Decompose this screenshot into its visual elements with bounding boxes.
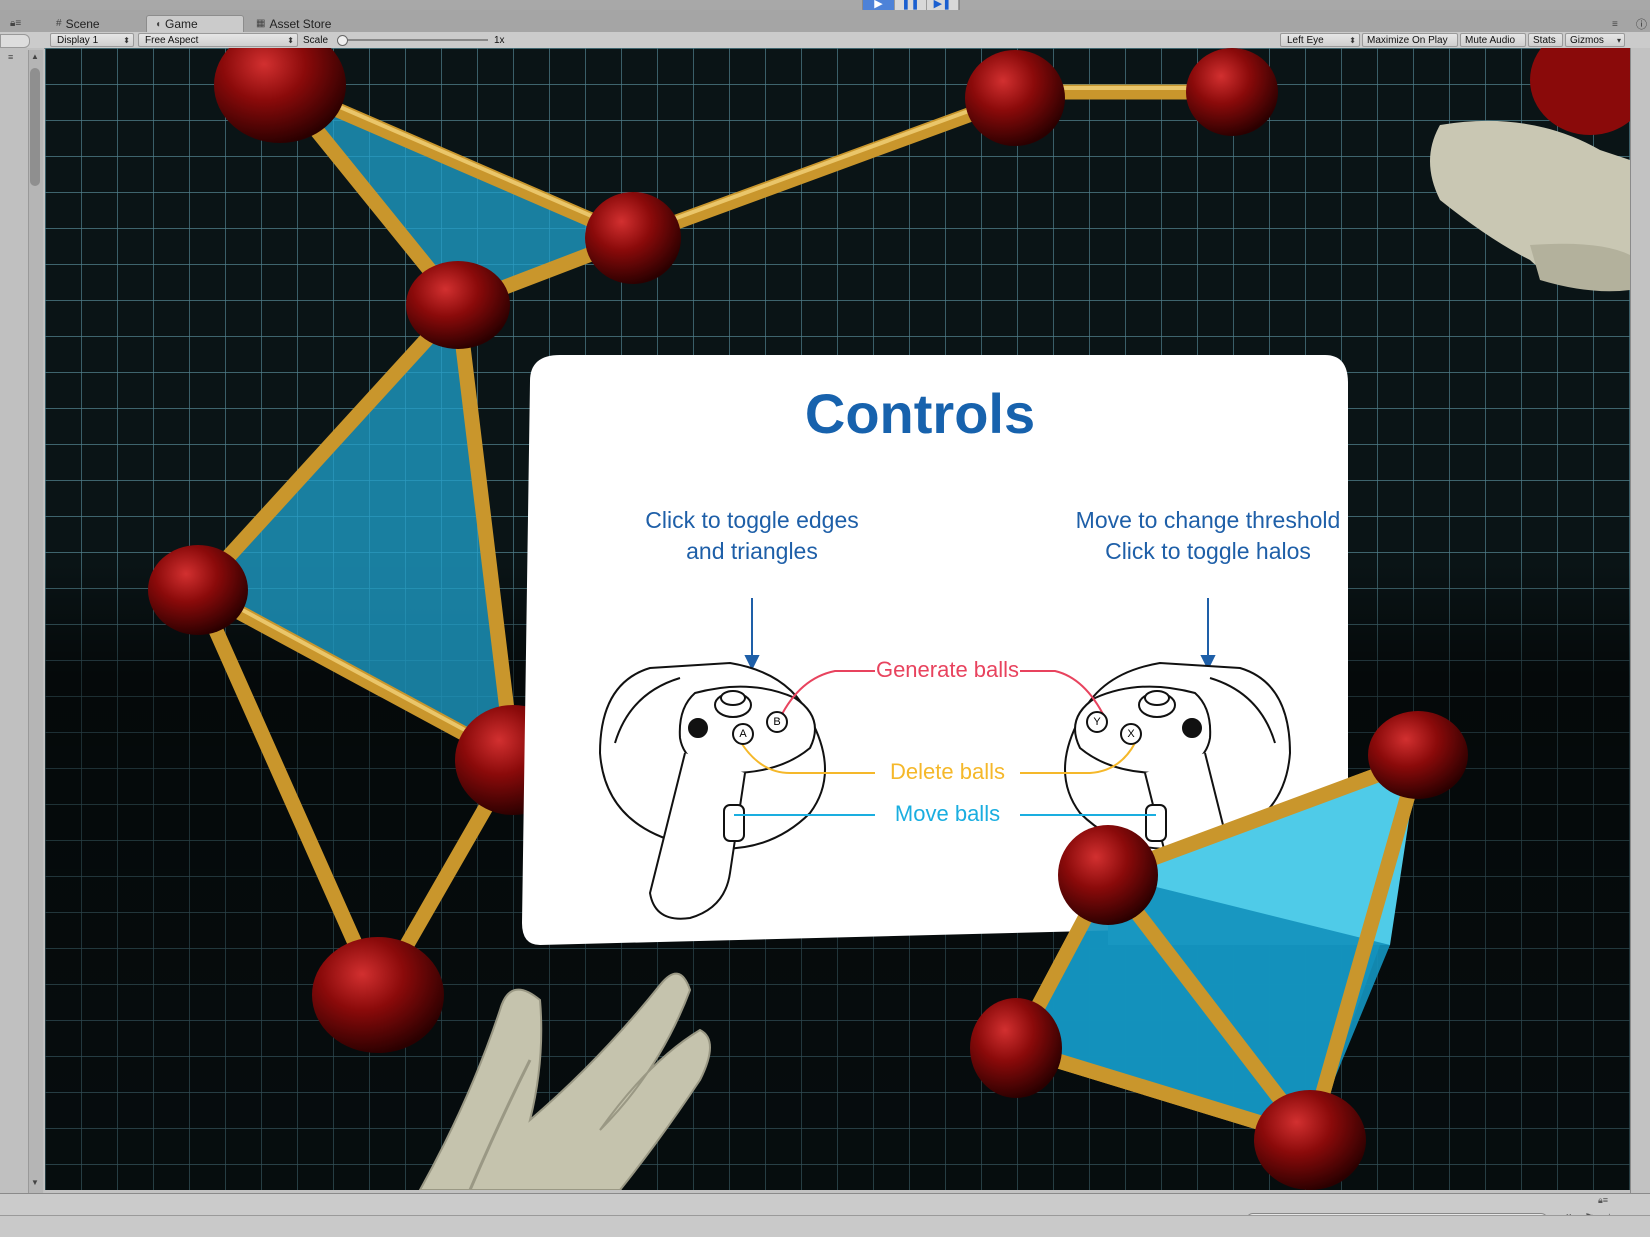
tab-row: 🔒︎≡ # Scene ◖ Game ▦ Asset Store ≡ ⓘ <box>0 10 1650 33</box>
info-icon[interactable]: ⓘ <box>1636 16 1647 32</box>
tab-label: Asset Store <box>269 16 332 31</box>
mute-label: Mute Audio <box>1465 34 1516 46</box>
bottom-status-bar <box>0 1215 1650 1237</box>
pacman-icon: ◖ <box>155 18 162 30</box>
dropdown-arrow-icon: ▾ <box>1616 35 1621 45</box>
dropdown-arrow-icon: ⬍ <box>1349 35 1356 45</box>
stats-toggle[interactable]: Stats <box>1528 33 1563 47</box>
scale-label: Scale <box>303 34 329 46</box>
ball <box>585 192 681 284</box>
ball <box>148 545 248 635</box>
right-panel-strip <box>1630 48 1650 1193</box>
left-caption: Click to toggle edges and triangles <box>542 505 962 567</box>
display-value: Display 1 <box>57 34 99 46</box>
maximize-label: Maximize On Play <box>1367 34 1448 46</box>
right-grip-trigger <box>1145 804 1167 842</box>
play-controls-bar <box>0 0 1650 10</box>
tab-asset-store[interactable]: ▦ Asset Store <box>248 15 358 32</box>
eye-dropdown[interactable]: Left Eye ⬍ <box>1280 33 1360 47</box>
game-toolbar: Display 1 ⬍ Free Aspect ⬍ Scale 1x Left … <box>0 32 1650 49</box>
right-thumbstick-top <box>1144 690 1170 706</box>
tab-menu-icon[interactable]: ≡ <box>1612 19 1618 30</box>
lock-icon[interactable]: 🔒︎≡ <box>1598 1195 1608 1206</box>
tab-game[interactable]: ◖ Game <box>146 15 244 32</box>
button-a-label: A <box>739 728 747 740</box>
mute-audio-toggle[interactable]: Mute Audio <box>1460 33 1526 47</box>
grid-icon: # <box>56 18 62 29</box>
scroll-down-icon[interactable]: ▼ <box>31 1178 39 1187</box>
scale-slider-thumb[interactable] <box>337 35 348 46</box>
button-x-label: X <box>1127 728 1135 740</box>
left-menu-button <box>688 718 708 738</box>
left-scrollbar[interactable] <box>28 50 43 1193</box>
maximize-on-play-toggle[interactable]: Maximize On Play <box>1362 33 1458 47</box>
store-icon: ▦ <box>256 18 266 29</box>
ball <box>965 50 1065 146</box>
scroll-up-icon[interactable]: ▲ <box>31 52 39 61</box>
tab-label: Scene <box>65 16 100 31</box>
panel-title: Controls <box>804 382 1036 445</box>
button-a: A <box>732 723 754 745</box>
dropdown-arrow-icon: ⬍ <box>123 35 130 45</box>
menu-icon[interactable]: ≡ <box>8 52 13 62</box>
controls-panel: A B X Y Controls Click to toggle edges a… <box>480 333 1360 953</box>
left-thumbstick-top <box>720 690 746 706</box>
move-balls-label: Move balls <box>894 801 1001 826</box>
generate-balls-label: Generate balls <box>875 657 1020 682</box>
tab-scene[interactable]: # Scene <box>48 15 134 32</box>
dropdown-arrow-icon: ⬍ <box>287 35 294 45</box>
scale-slider[interactable] <box>340 39 488 41</box>
right-caption-line2: Click to toggle halos <box>1105 538 1311 564</box>
left-caption-line1: Click to toggle edges <box>645 507 859 533</box>
eye-value: Left Eye <box>1287 34 1324 46</box>
right-caption: Move to change threshold Click to toggle… <box>998 505 1418 567</box>
ball <box>312 937 444 1053</box>
left-scrollbar-thumb[interactable] <box>30 68 40 186</box>
button-y-label: Y <box>1093 716 1101 728</box>
ball <box>1186 48 1278 136</box>
tab-label: Game <box>165 17 198 31</box>
button-b: B <box>766 711 788 733</box>
scale-value: 1x <box>494 34 505 46</box>
button-b-label: B <box>773 716 781 728</box>
aspect-dropdown[interactable]: Free Aspect ⬍ <box>138 33 298 47</box>
gizmos-label: Gizmos <box>1570 34 1604 46</box>
button-y: Y <box>1086 711 1108 733</box>
right-menu-button <box>1182 718 1202 738</box>
left-grip-trigger <box>723 804 745 842</box>
stats-label: Stats <box>1533 34 1556 46</box>
display-dropdown[interactable]: Display 1 ⬍ <box>50 33 134 47</box>
lock-icon[interactable]: 🔒︎≡ <box>10 18 21 29</box>
left-search-field[interactable] <box>0 34 30 48</box>
game-view[interactable]: A B X Y Controls Click to toggle edges a… <box>45 48 1630 1190</box>
aspect-value: Free Aspect <box>145 34 199 46</box>
gizmos-dropdown[interactable]: Gizmos ▾ <box>1565 33 1625 47</box>
left-caption-line2: and triangles <box>686 538 818 564</box>
button-x: X <box>1120 723 1142 745</box>
right-caption-line1: Move to change threshold <box>1075 507 1341 533</box>
delete-balls-label: Delete balls <box>890 759 1005 784</box>
